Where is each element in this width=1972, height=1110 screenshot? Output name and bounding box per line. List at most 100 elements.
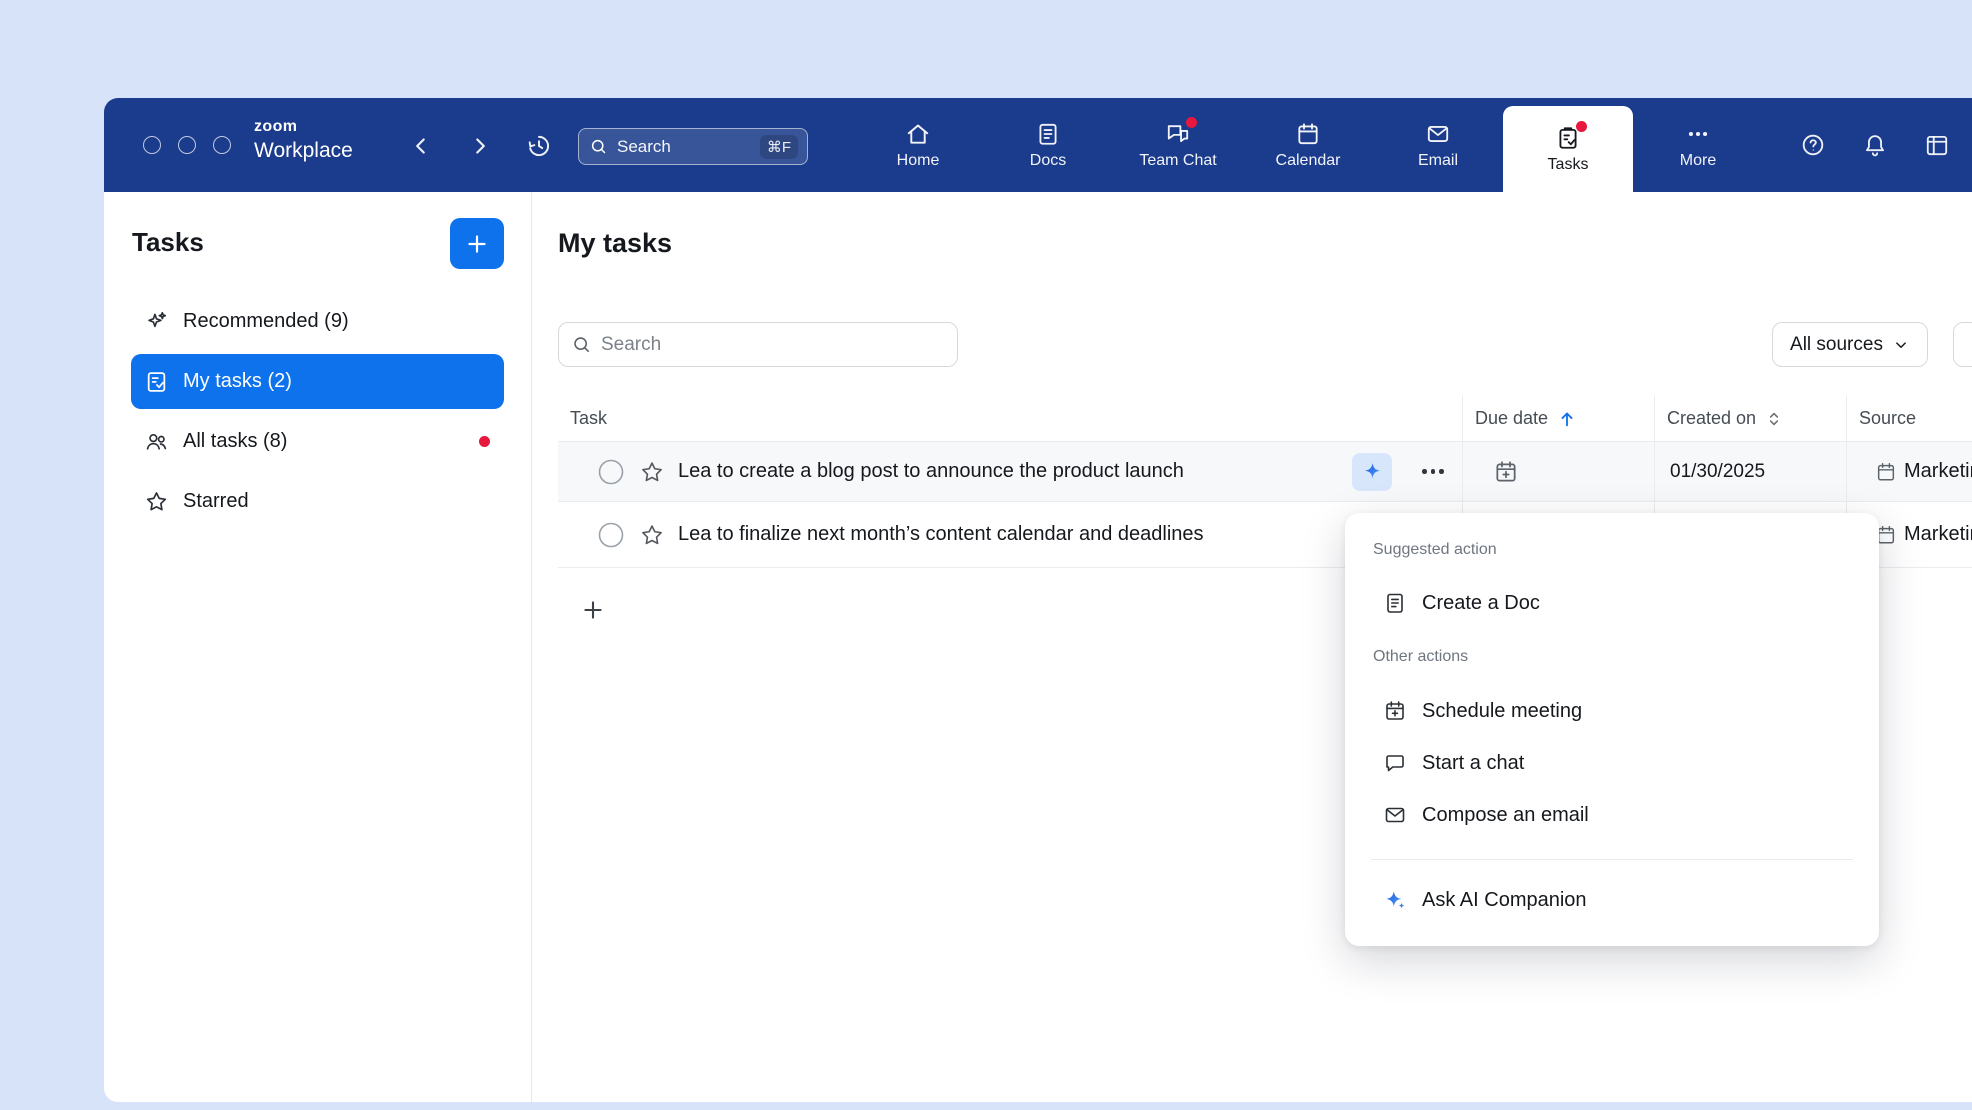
plus-icon <box>464 231 490 257</box>
window-control-dot[interactable] <box>178 136 196 154</box>
star-icon[interactable] <box>639 459 665 485</box>
menu-item-start-chat[interactable]: Start a chat <box>1345 737 1879 789</box>
notification-dot <box>1186 117 1197 128</box>
nav-item-home[interactable]: Home <box>853 98 983 192</box>
logo-zoom-text: zoom <box>254 119 353 135</box>
window-control-dot[interactable] <box>143 136 161 154</box>
header: zoom Workplace <box>104 98 1972 192</box>
add-due-date-button[interactable] <box>1493 459 1519 485</box>
desktop-background: zoom Workplace <box>0 0 1972 1110</box>
calendar-icon <box>1295 121 1321 147</box>
more-ellipsis-icon <box>1685 121 1711 147</box>
sources-dropdown-label: All sources <box>1790 334 1883 356</box>
back-button[interactable] <box>408 133 434 159</box>
window-control-dot[interactable] <box>213 136 231 154</box>
menu-item-label: Start a chat <box>1422 752 1524 775</box>
nav-label: Tasks <box>1548 156 1589 174</box>
primary-nav: Home Docs Team Chat <box>853 98 1763 192</box>
nav-item-more[interactable]: More <box>1633 98 1763 192</box>
source-value: Marketing <box>1904 523 1972 546</box>
sidebar-item-label: Recommended (9) <box>183 310 349 333</box>
header-tray <box>1800 132 1950 158</box>
popup-section-label: Suggested action <box>1345 535 1879 565</box>
nav-item-calendar[interactable]: Calendar <box>1243 98 1373 192</box>
sort-ascending-icon[interactable] <box>1556 408 1578 430</box>
filter-button-partial[interactable] <box>1953 322 1972 367</box>
task-search[interactable] <box>558 322 958 367</box>
help-icon[interactable] <box>1800 132 1826 158</box>
nav-label: Home <box>897 152 940 170</box>
sidebar-item-all-tasks[interactable]: All tasks (8) <box>131 414 504 469</box>
sidebar-item-recommended[interactable]: Recommended (9) <box>131 294 504 349</box>
task-cell: Lea to finalize next month’s content cal… <box>558 502 1462 567</box>
chevron-right-icon <box>467 133 493 159</box>
sidebar-title: Tasks <box>132 227 204 258</box>
search-shortcut-badge: ⌘F <box>760 135 798 159</box>
menu-item-create-doc[interactable]: Create a Doc <box>1345 577 1879 629</box>
global-search[interactable]: Search ⌘F <box>578 128 808 165</box>
nav-item-docs[interactable]: Docs <box>983 98 1113 192</box>
app-window: zoom Workplace <box>104 98 1972 1102</box>
add-task-inline-button[interactable] <box>579 596 607 624</box>
history-button[interactable] <box>526 133 552 159</box>
table-row[interactable]: Lea to create a blog post to announce th… <box>558 442 1972 502</box>
menu-item-label: Schedule meeting <box>1422 700 1582 723</box>
column-header-due-date[interactable]: Due date <box>1462 396 1654 441</box>
due-date-cell <box>1462 442 1654 501</box>
menu-item-schedule-meeting[interactable]: Schedule meeting <box>1345 685 1879 737</box>
row-more-button[interactable] <box>1418 457 1448 487</box>
window-controls <box>143 136 231 154</box>
created-on-cell: 01/30/2025 <box>1654 442 1846 501</box>
add-task-button[interactable] <box>450 218 504 269</box>
task-cell: Lea to create a blog post to announce th… <box>558 442 1462 501</box>
star-icon <box>144 489 169 514</box>
ai-sparkle-icon <box>1362 461 1383 482</box>
global-search-label: Search <box>617 137 751 157</box>
calendar-plus-icon <box>1383 699 1407 723</box>
sidebar-item-starred[interactable]: Starred <box>131 474 504 529</box>
bell-icon[interactable] <box>1862 132 1888 158</box>
menu-item-compose-email[interactable]: Compose an email <box>1345 789 1879 841</box>
search-icon <box>571 334 592 355</box>
nav-label: Calendar <box>1276 152 1341 170</box>
source-value: Marketing <box>1904 460 1972 483</box>
history-clock-icon <box>526 133 552 159</box>
star-icon[interactable] <box>639 522 665 548</box>
sidebar-item-label: Starred <box>183 490 249 513</box>
task-checkbox[interactable] <box>597 521 625 549</box>
popup-section-label: Other actions <box>1345 642 1879 672</box>
created-on-value: 01/30/2025 <box>1670 461 1765 483</box>
sidebar: Tasks Recommended (9) My tasks (2 <box>104 192 532 1102</box>
sidebar-item-label: All tasks (8) <box>183 430 287 453</box>
column-header-source: Source <box>1846 396 1972 441</box>
menu-item-ask-ai-companion[interactable]: Ask AI Companion <box>1345 874 1879 926</box>
source-cell: Marketing <box>1846 442 1972 501</box>
popup-divider <box>1371 859 1853 860</box>
sort-toggle-icon[interactable] <box>1764 409 1784 429</box>
email-icon <box>1425 121 1451 147</box>
notification-dot <box>479 436 490 447</box>
column-header-task: Task <box>558 396 1462 441</box>
task-title: Lea to create a blog post to announce th… <box>678 460 1184 483</box>
search-input[interactable] <box>601 334 945 356</box>
sidebar-item-my-tasks[interactable]: My tasks (2) <box>131 354 504 409</box>
task-list-check-icon <box>144 369 169 394</box>
sidebar-item-label: My tasks (2) <box>183 370 292 393</box>
ai-companion-sparkle-icon <box>1383 888 1407 912</box>
calendar-panel-icon[interactable] <box>1924 132 1950 158</box>
home-icon <box>905 121 931 147</box>
column-header-created-on[interactable]: Created on <box>1654 396 1846 441</box>
nav-item-tasks[interactable]: Tasks <box>1503 106 1633 192</box>
people-icon <box>144 429 169 454</box>
chat-bubble-icon <box>1383 751 1407 775</box>
sidebar-list: Recommended (9) My tasks (2) All tasks (… <box>131 294 504 534</box>
logo-workplace-text: Workplace <box>254 140 353 161</box>
sources-dropdown[interactable]: All sources <box>1772 322 1928 367</box>
page-title: My tasks <box>558 228 672 259</box>
task-checkbox[interactable] <box>597 458 625 486</box>
doc-icon <box>1383 591 1407 615</box>
nav-item-team-chat[interactable]: Team Chat <box>1113 98 1243 192</box>
nav-item-email[interactable]: Email <box>1373 98 1503 192</box>
ai-companion-button[interactable] <box>1352 453 1392 491</box>
forward-button[interactable] <box>467 133 493 159</box>
